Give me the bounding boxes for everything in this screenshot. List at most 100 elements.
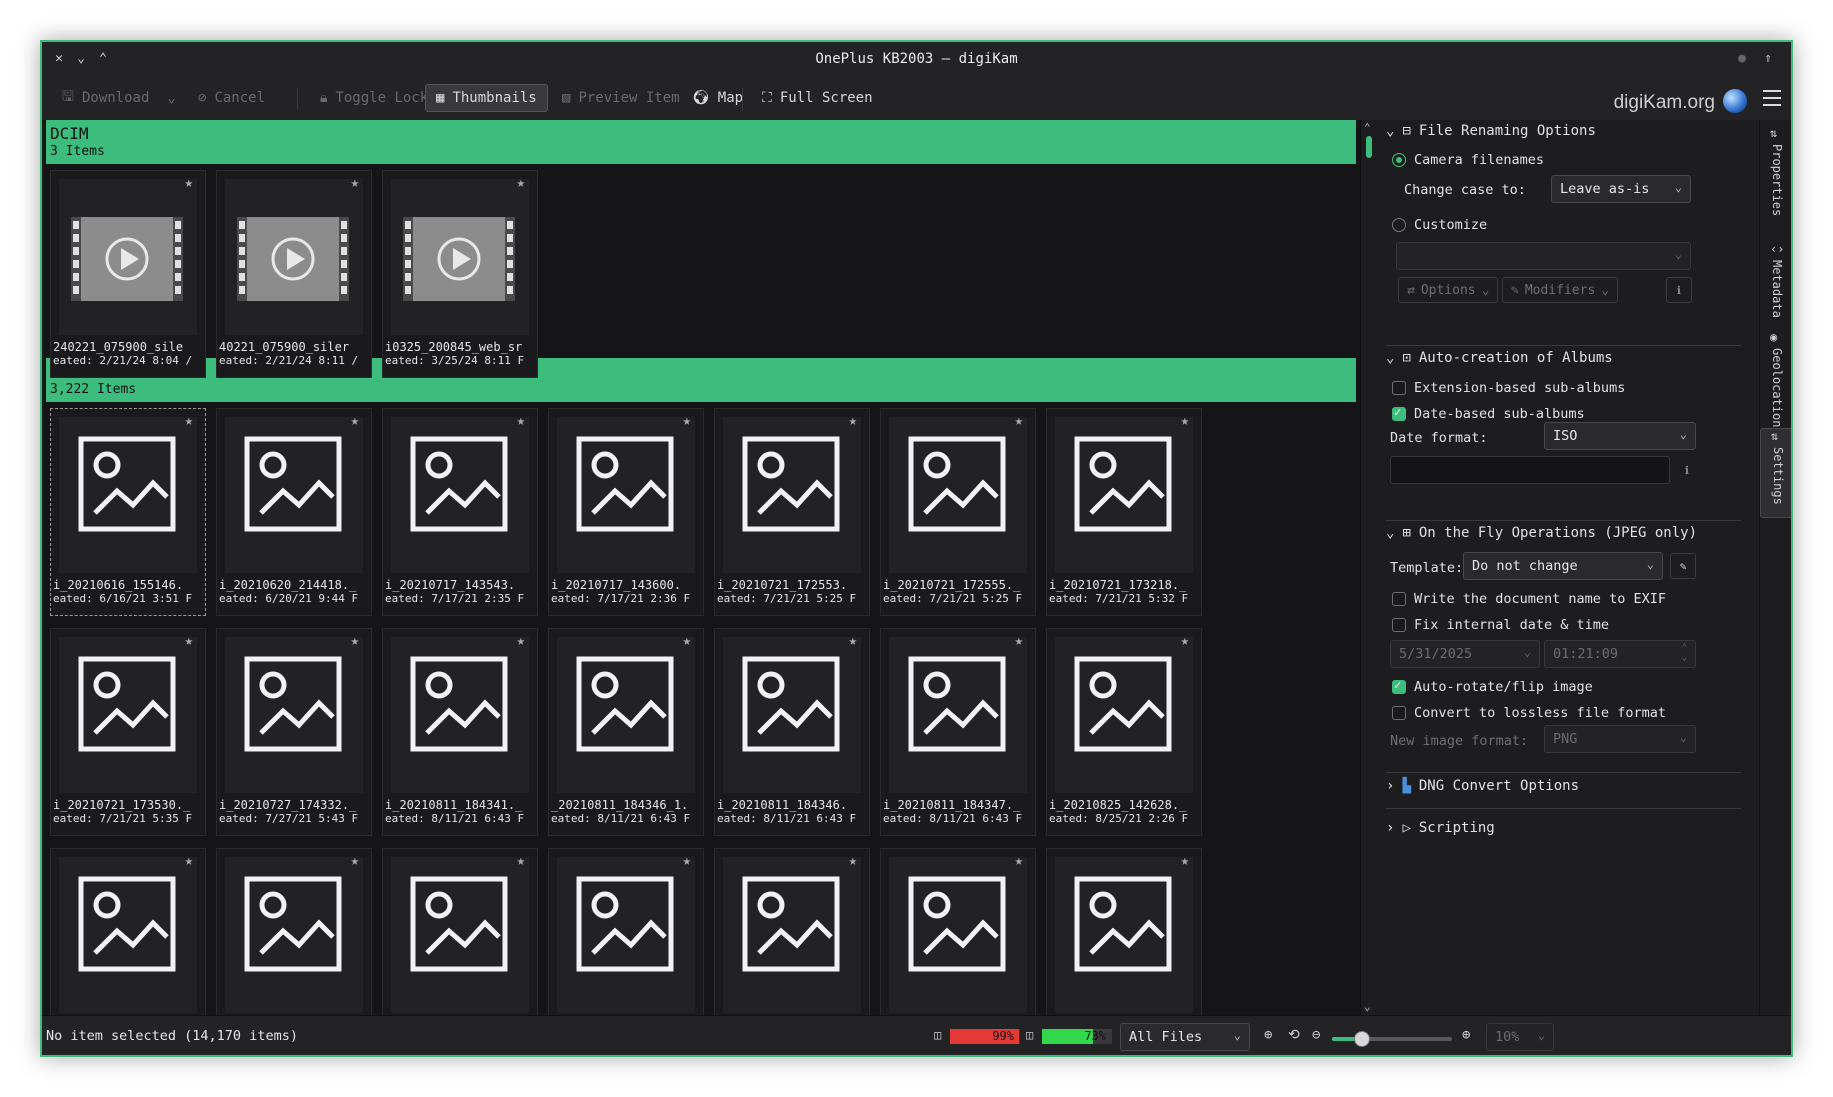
date-format-custom-input[interactable] xyxy=(1390,456,1670,484)
grid-scrollbar[interactable]: ⌃ ⌄ xyxy=(1360,120,1379,1015)
thumbnail-item[interactable]: ★ i_20210721_172555._ eated: 7/21/21 5:25 … xyxy=(880,408,1036,616)
extension-based-checkbox[interactable] xyxy=(1392,381,1406,395)
fix-date-time-checkbox[interactable] xyxy=(1392,618,1406,632)
star-icon[interactable]: ★ xyxy=(849,853,857,869)
fix-date-time-option[interactable]: Fix internal date & time xyxy=(1392,613,1759,637)
thumbnail-item[interactable]: ★ xyxy=(548,848,704,1015)
write-doc-name-option[interactable]: Write the document name to EXIF xyxy=(1392,587,1759,611)
on-the-fly-section-header[interactable]: ⌄ ⊞ On the Fly Operations (JPEG only) xyxy=(1386,525,1751,541)
thumbnail-item[interactable]: ★ i_20210811_184341._ eated: 8/11/21 6:43 … xyxy=(382,628,538,836)
star-icon[interactable]: ★ xyxy=(1181,853,1189,869)
camera-filenames-radio[interactable] xyxy=(1392,153,1406,167)
dng-section-header[interactable]: › ▙ DNG Convert Options xyxy=(1386,778,1751,794)
tab-metadata[interactable]: ‹› Metadata xyxy=(1760,242,1791,328)
date-based-checkbox[interactable] xyxy=(1392,405,1406,421)
thumbnail-item[interactable]: ★ xyxy=(216,848,372,1015)
file-filter-select[interactable]: All Files ⌄ xyxy=(1120,1023,1250,1051)
star-icon[interactable]: ★ xyxy=(683,413,691,429)
fix-time-input[interactable]: 01:21:09 ⌃ ⌄ xyxy=(1544,640,1696,668)
info-icon[interactable]: ℹ xyxy=(1674,457,1700,483)
convert-lossless-checkbox[interactable] xyxy=(1392,706,1406,720)
customize-option[interactable]: Customize xyxy=(1392,213,1759,237)
star-icon[interactable]: ★ xyxy=(1015,413,1023,429)
thumbnail-grid[interactable]: DCIM 3 Items Camera 3,222 Items ★240221_… xyxy=(44,120,1360,1015)
thumbnail-item[interactable]: ★ xyxy=(382,848,538,1015)
star-icon[interactable]: ★ xyxy=(517,413,525,429)
thumbnail-item[interactable]: ★ xyxy=(50,848,206,1015)
star-icon[interactable]: ★ xyxy=(1181,413,1189,429)
toggle-lock-button[interactable]: 🔒︎ Toggle Lock xyxy=(310,84,438,112)
full-screen-button[interactable]: ⛶ Full Screen xyxy=(752,84,883,112)
keep-above-icon[interactable]: ● xyxy=(1733,50,1751,68)
download-button[interactable]: 🖫 Download ⌄ xyxy=(52,84,186,112)
zoom-level-select[interactable]: 10% ⌄ xyxy=(1486,1023,1554,1051)
star-icon[interactable]: ★ xyxy=(1181,633,1189,649)
star-icon[interactable]: ★ xyxy=(185,633,193,649)
zoom-out-icon[interactable]: ⊖ xyxy=(1312,1027,1320,1043)
brand-link[interactable]: digiKam.org xyxy=(1614,92,1715,114)
star-icon[interactable]: ★ xyxy=(683,633,691,649)
preview-item-button[interactable]: ▨ Preview Item xyxy=(552,84,690,112)
thumbnail-item[interactable]: ★ i_20210825_142628._ eated: 8/25/21 2:26 … xyxy=(1046,628,1202,836)
star-icon[interactable]: ★ xyxy=(517,175,525,191)
date-format-select[interactable]: ISO ⌄ xyxy=(1544,422,1696,450)
auto-albums-section-header[interactable]: ⌄ ⊡ Auto-creation of Albums xyxy=(1386,350,1751,366)
auto-rotate-option[interactable]: Auto-rotate/flip image xyxy=(1392,675,1759,699)
star-icon[interactable]: ★ xyxy=(849,413,857,429)
edit-template-icon[interactable]: ✎ xyxy=(1670,553,1696,579)
thumbnail-item[interactable]: ★ 40221_075900_siler eated: 2/21/24 8:11 / xyxy=(216,170,372,378)
customize-pattern-input[interactable]: ⌄ xyxy=(1396,242,1691,270)
group-header-dcim[interactable]: DCIM 3 Items xyxy=(46,120,1356,164)
star-icon[interactable]: ★ xyxy=(185,413,193,429)
new-format-select[interactable]: PNG ⌄ xyxy=(1544,725,1696,753)
thumbnail-item[interactable]: ★ i_20210811_184346. eated: 8/11/21 6:43 F xyxy=(714,628,870,836)
options-button[interactable]: ⇄ Options ⌄ xyxy=(1398,277,1499,303)
thumbnail-item[interactable]: ★ i_20210616_155146. eated: 6/16/21 3:51 F xyxy=(50,408,206,616)
thumbnail-item[interactable]: ★ i_20210721_173218._ eated: 7/21/21 5:32 … xyxy=(1046,408,1202,616)
convert-lossless-option[interactable]: Convert to lossless file format xyxy=(1392,701,1759,725)
thumbnail-item[interactable]: ★ i_20210727_174332._ eated: 7/27/21 5:43 … xyxy=(216,628,372,836)
scroll-up-icon[interactable]: ⌃ xyxy=(1364,121,1371,134)
fix-date-input[interactable]: 5/31/2025 ⌄ xyxy=(1390,640,1540,668)
info-icon[interactable]: ℹ xyxy=(1666,277,1692,303)
star-icon[interactable]: ★ xyxy=(185,175,193,191)
template-select[interactable]: Do not change ⌄ xyxy=(1463,552,1663,580)
thumbnail-item[interactable]: ★ i_20210721_173530._ eated: 7/21/21 5:35 … xyxy=(50,628,206,836)
thumbnail-item[interactable]: ★ xyxy=(714,848,870,1015)
star-icon[interactable]: ★ xyxy=(517,853,525,869)
file-renaming-section-header[interactable]: ⌄ ⊟ File Renaming Options xyxy=(1386,123,1751,139)
zoom-slider[interactable] xyxy=(1332,1031,1452,1047)
star-icon[interactable]: ★ xyxy=(185,853,193,869)
thumbnails-button[interactable]: ▦ Thumbnails xyxy=(425,84,548,112)
cancel-button[interactable]: ⊘ Cancel xyxy=(188,84,275,112)
star-icon[interactable]: ★ xyxy=(1015,633,1023,649)
star-icon[interactable]: ★ xyxy=(351,853,359,869)
tab-properties[interactable]: ⇅ Properties xyxy=(1760,126,1791,226)
thumbnail-item[interactable]: ★ i_20210811_184347._ eated: 8/11/21 6:43 … xyxy=(880,628,1036,836)
modifiers-button[interactable]: ✎ Modifiers ⌄ xyxy=(1502,277,1619,303)
star-icon[interactable]: ★ xyxy=(351,413,359,429)
star-icon[interactable]: ★ xyxy=(1015,853,1023,869)
thumbnail-item[interactable]: ★ i_20210620_214418._ eated: 6/20/21 9:44 … xyxy=(216,408,372,616)
thumbnail-item[interactable]: ★ _20210811_184346_1. eated: 8/11/21 6:43 … xyxy=(548,628,704,836)
change-case-select[interactable]: Leave as-is ⌄ xyxy=(1551,175,1691,203)
zoom-fit-icon[interactable]: ⊕ xyxy=(1264,1027,1272,1043)
zoom-reset-icon[interactable]: ⟲ xyxy=(1288,1027,1300,1043)
extension-based-option[interactable]: Extension-based sub-albums xyxy=(1392,376,1759,400)
thumbnail-item[interactable]: ★ xyxy=(880,848,1036,1015)
tab-settings[interactable]: ⇅ Settings xyxy=(1760,428,1791,518)
thumbnail-item[interactable]: ★ 240221_075900_sile eated: 2/21/24 8:04 / xyxy=(50,170,206,378)
scroll-down-icon[interactable]: ⌄ xyxy=(1364,1000,1371,1013)
star-icon[interactable]: ★ xyxy=(517,633,525,649)
thumbnail-item[interactable]: ★ i_20210717_143543. eated: 7/17/21 2:35 F xyxy=(382,408,538,616)
star-icon[interactable]: ★ xyxy=(849,633,857,649)
auto-rotate-checkbox[interactable] xyxy=(1392,678,1406,694)
zoom-slider-handle[interactable] xyxy=(1354,1031,1370,1047)
star-icon[interactable]: ★ xyxy=(351,633,359,649)
write-doc-name-checkbox[interactable] xyxy=(1392,592,1406,606)
customize-radio[interactable] xyxy=(1392,218,1406,232)
camera-filenames-option[interactable]: Camera filenames xyxy=(1392,148,1759,172)
zoom-in-icon[interactable]: ⊕ xyxy=(1462,1027,1470,1043)
thumbnail-item[interactable]: ★ xyxy=(1046,848,1202,1015)
scripting-section-header[interactable]: › ▷ Scripting xyxy=(1386,820,1751,836)
